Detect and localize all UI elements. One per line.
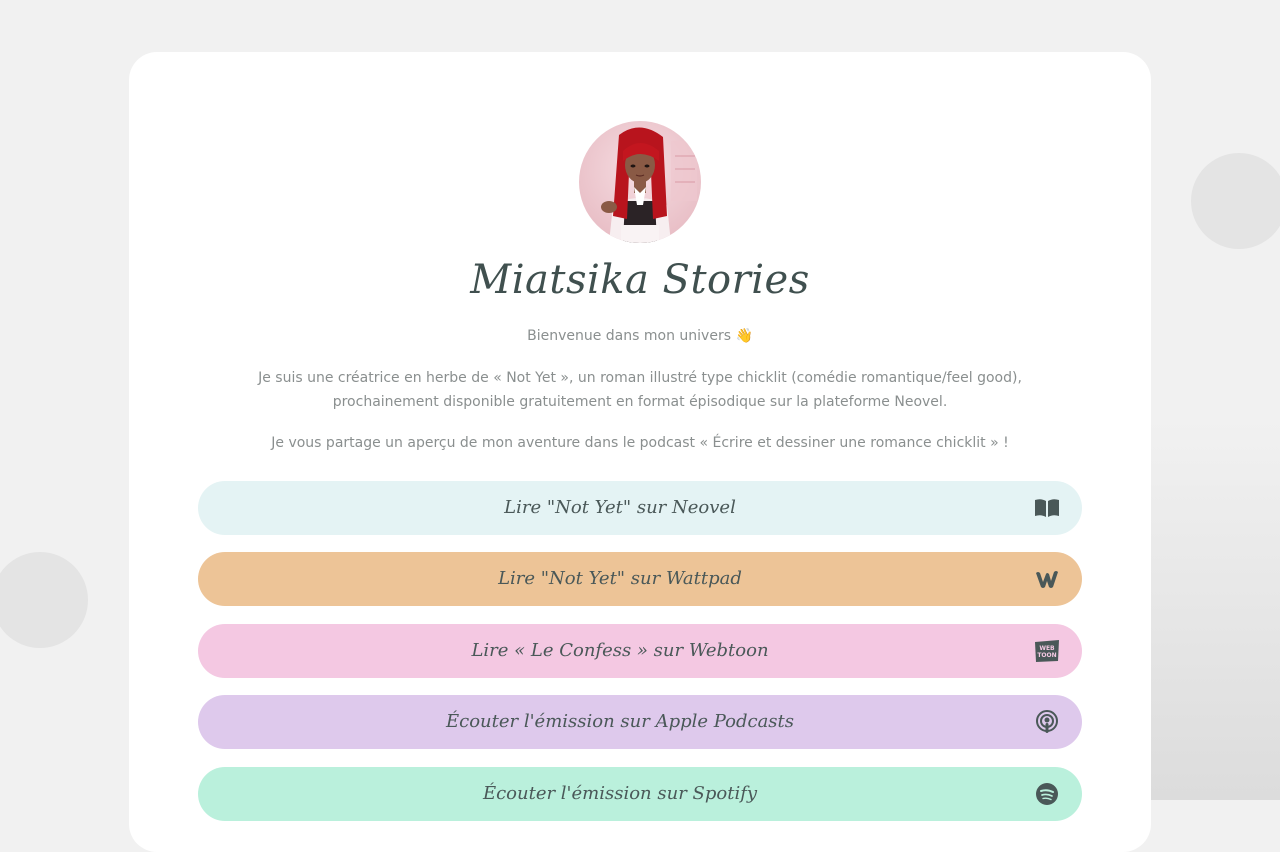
link-label: Lire "Not Yet" sur Wattpad <box>498 568 742 589</box>
link-label: Lire « Le Confess » sur Webtoon <box>471 640 769 661</box>
wattpad-icon <box>1034 567 1060 591</box>
description-text: Je suis une créatrice en herbe de « Not … <box>209 366 1071 414</box>
decorative-circle <box>0 552 88 648</box>
decorative-circle <box>1191 153 1280 249</box>
description-line: prochainement disponible gratuitement en… <box>332 394 948 410</box>
link-label: Écouter l'émission sur Spotify <box>482 783 758 804</box>
book-icon <box>1034 496 1060 520</box>
link-webtoon-button[interactable]: Lire « Le Confess » sur Webtoon WEB TOON <box>198 624 1082 678</box>
welcome-text: Bienvenue dans mon univers 👋 <box>527 328 753 344</box>
link-label: Lire "Not Yet" sur Neovel <box>504 497 736 518</box>
webtoon-icon-text: WEB <box>1039 645 1055 652</box>
webtoon-icon: WEB TOON <box>1034 639 1060 663</box>
profile-card: Miatsika Stories Bienvenue dans mon univ… <box>129 52 1151 852</box>
page-title: Miatsika Stories <box>470 257 810 303</box>
link-spotify-button[interactable]: Écouter l'émission sur Spotify <box>198 767 1082 821</box>
link-apple-podcasts-button[interactable]: Écouter l'émission sur Apple Podcasts <box>198 695 1082 749</box>
avatar <box>579 121 701 243</box>
link-label: Écouter l'émission sur Apple Podcasts <box>445 711 795 732</box>
link-wattpad-button[interactable]: Lire "Not Yet" sur Wattpad <box>198 552 1082 606</box>
description-line: Je suis une créatrice en herbe de « Not … <box>258 370 1022 386</box>
link-neovel-button[interactable]: Lire "Not Yet" sur Neovel <box>198 481 1082 535</box>
webtoon-icon-text: TOON <box>1037 652 1056 659</box>
spotify-icon <box>1034 782 1060 806</box>
podcast-icon <box>1034 710 1060 734</box>
podcast-text: Je vous partage un aperçu de mon aventur… <box>271 435 1009 451</box>
